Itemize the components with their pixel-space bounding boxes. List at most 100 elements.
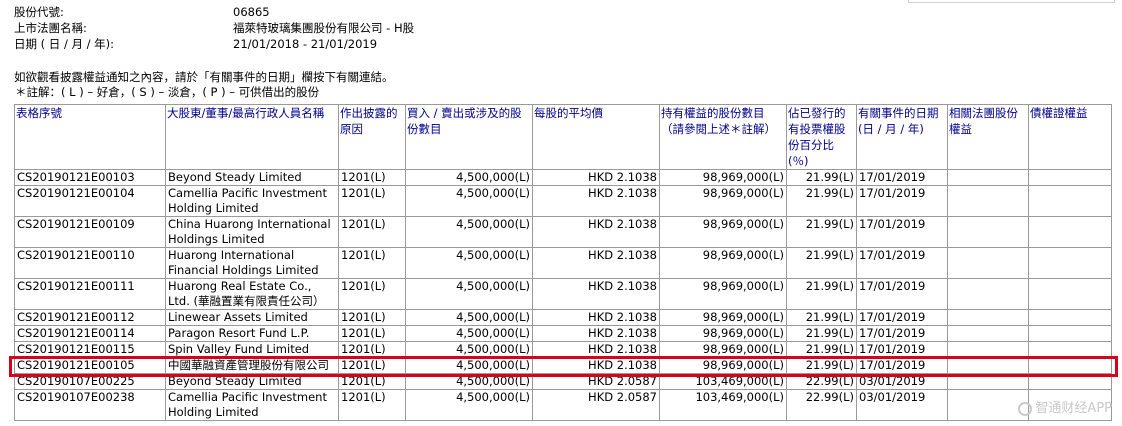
header-associated-corp: 相關法團股份權益 xyxy=(947,104,1029,170)
shares-involved: 4,500,000(L) xyxy=(405,278,533,310)
avg-price: HKD 2.0587 xyxy=(532,373,660,390)
avg-price: HKD 2.1038 xyxy=(532,357,660,374)
percentage: 21.99(L) xyxy=(786,357,857,374)
shares-held: 98,969,000(L) xyxy=(659,216,787,248)
debentures xyxy=(1028,341,1112,358)
debentures xyxy=(1028,325,1112,342)
shares-held: 98,969,000(L) xyxy=(659,325,787,342)
shares-held: 103,469,000(L) xyxy=(659,389,787,421)
event-date-link[interactable]: 17/01/2019 xyxy=(856,247,948,279)
debentures xyxy=(1028,357,1112,374)
reason-code: 1201(L) xyxy=(338,373,406,390)
percentage: 21.99(L) xyxy=(786,278,857,310)
shares-involved: 4,500,000(L) xyxy=(405,185,533,217)
avg-price: HKD 2.1038 xyxy=(532,325,660,342)
avg-price: HKD 2.1038 xyxy=(532,169,660,186)
reason-code: 1201(L) xyxy=(338,185,406,217)
shares-involved: 4,500,000(L) xyxy=(405,341,533,358)
disclosure-table: 表格序號 大股東/董事/最高行政人員名稱 作出披露的原因 買入 / 賣出或涉及的… xyxy=(14,104,1112,421)
debentures xyxy=(1028,278,1112,310)
event-date-link[interactable]: 17/01/2019 xyxy=(856,357,948,374)
event-date-link[interactable]: 17/01/2019 xyxy=(856,169,948,186)
debentures xyxy=(1028,185,1112,217)
date-range-value: 21/01/2018 - 21/01/2019 xyxy=(233,37,378,51)
top-edge-box xyxy=(908,0,1115,3)
header-avg-price: 每股的平均價 xyxy=(532,104,660,170)
reason-code: 1201(L) xyxy=(338,389,406,421)
percentage: 21.99(L) xyxy=(786,185,857,217)
event-date-link[interactable]: 17/01/2019 xyxy=(856,309,948,326)
avg-price: HKD 2.1038 xyxy=(532,278,660,310)
stock-code-value: 06865 xyxy=(233,5,270,19)
form-no-link[interactable]: CS20190107E00238 xyxy=(14,389,166,421)
debentures xyxy=(1028,169,1112,186)
form-no-link[interactable]: CS20190121E00115 xyxy=(14,341,166,358)
table-row: CS20190107E00238 Camellia Pacific Investm… xyxy=(14,389,1112,421)
form-no-link[interactable]: CS20190121E00114 xyxy=(14,325,166,342)
associated-corp xyxy=(947,169,1029,186)
associated-corp xyxy=(947,389,1029,421)
shares-involved: 4,500,000(L) xyxy=(405,169,533,186)
holder-name: Beyond Steady Limited xyxy=(165,373,339,390)
event-date-link[interactable]: 17/01/2019 xyxy=(856,216,948,248)
form-no-link[interactable]: CS20190121E00111 xyxy=(14,278,166,310)
percentage: 22.99(L) xyxy=(786,389,857,421)
reason-code: 1201(L) xyxy=(338,357,406,374)
table-row: CS20190121E00109 China Huarong Internatio… xyxy=(14,216,1112,248)
holder-name: Linewear Assets Limited xyxy=(165,309,339,326)
form-no-link[interactable]: CS20190121E00104 xyxy=(14,185,166,217)
shares-held: 103,469,000(L) xyxy=(659,373,787,390)
event-date-link[interactable]: 17/01/2019 xyxy=(856,278,948,310)
reason-code: 1201(L) xyxy=(338,341,406,358)
shares-involved: 4,500,000(L) xyxy=(405,357,533,374)
shares-held: 98,969,000(L) xyxy=(659,185,787,217)
holder-name: China Huarong International Holdings Lim… xyxy=(165,216,339,248)
associated-corp xyxy=(947,247,1029,279)
percentage: 21.99(L) xyxy=(786,309,857,326)
event-date-link[interactable]: 17/01/2019 xyxy=(856,341,948,358)
holder-name: Beyond Steady Limited xyxy=(165,169,339,186)
event-date-link[interactable]: 03/01/2019 xyxy=(856,373,948,390)
debentures xyxy=(1028,373,1112,390)
stock-code-row: 股份代號: 06865 xyxy=(14,4,414,20)
avg-price: HKD 2.1038 xyxy=(532,309,660,326)
associated-corp xyxy=(947,373,1029,390)
debentures xyxy=(1028,216,1112,248)
date-label: 日期 ( 日 / 月 / 年): xyxy=(14,37,115,51)
form-no-link[interactable]: CS20190107E00225 xyxy=(14,373,166,390)
form-no-link[interactable]: CS20190121E00105 xyxy=(14,357,166,374)
date-row: 日期 ( 日 / 月 / 年): 21/01/2018 - 21/01/2019 xyxy=(14,36,414,52)
table-header-row: 表格序號 大股東/董事/最高行政人員名稱 作出披露的原因 買入 / 賣出或涉及的… xyxy=(14,104,1112,170)
table-row: CS20190121E00105 中國華融資產管理股份有限公司 1201(L) 4,5… xyxy=(14,357,1112,374)
event-date-link[interactable]: 17/01/2019 xyxy=(856,325,948,342)
shares-held: 98,969,000(L) xyxy=(659,341,787,358)
holder-name: Huarong International Financial Holdings… xyxy=(165,247,339,279)
form-no-link[interactable]: CS20190121E00110 xyxy=(14,247,166,279)
form-no-link[interactable]: CS20190121E00112 xyxy=(14,309,166,326)
event-date-link[interactable]: 17/01/2019 xyxy=(856,185,948,217)
shares-involved: 4,500,000(L) xyxy=(405,309,533,326)
header-percentage: 佔已發行的有投票權股份百分比 (％) xyxy=(786,104,857,170)
shares-held: 98,969,000(L) xyxy=(659,357,787,374)
avg-price: HKD 2.1038 xyxy=(532,341,660,358)
holder-name: Paragon Resort Fund L.P. xyxy=(165,325,339,342)
event-date-link[interactable]: 03/01/2019 xyxy=(856,389,948,421)
header-event-date: 有關事件的日期 (日 / 月 / 年) xyxy=(856,104,948,170)
associated-corp xyxy=(947,357,1029,374)
header-holder-name: 大股東/董事/最高行政人員名稱 xyxy=(165,104,339,170)
header-shares-held: 持有權益的股份數目 （請參閱上述＊註解） xyxy=(659,104,787,170)
table-row: CS20190121E00110 Huarong International Fi… xyxy=(14,247,1112,279)
table-row: CS20190121E00112 Linewear Assets Limited 1… xyxy=(14,309,1112,326)
company-label: 上市法團名稱: xyxy=(14,21,87,35)
notice-text: 如欲觀看披露權益通知之內容，請於「有關事件的日期」欄按下有關連結。 ＊註解：( … xyxy=(14,70,394,100)
shares-involved: 4,500,000(L) xyxy=(405,389,533,421)
shares-held: 98,969,000(L) xyxy=(659,309,787,326)
associated-corp xyxy=(947,325,1029,342)
shares-involved: 4,500,000(L) xyxy=(405,373,533,390)
form-no-link[interactable]: CS20190121E00103 xyxy=(14,169,166,186)
header-reason: 作出披露的原因 xyxy=(338,104,406,170)
reason-code: 1201(L) xyxy=(338,216,406,248)
table-row: CS20190121E00114 Paragon Resort Fund L.P.… xyxy=(14,325,1112,342)
associated-corp xyxy=(947,185,1029,217)
form-no-link[interactable]: CS20190121E00109 xyxy=(14,216,166,248)
